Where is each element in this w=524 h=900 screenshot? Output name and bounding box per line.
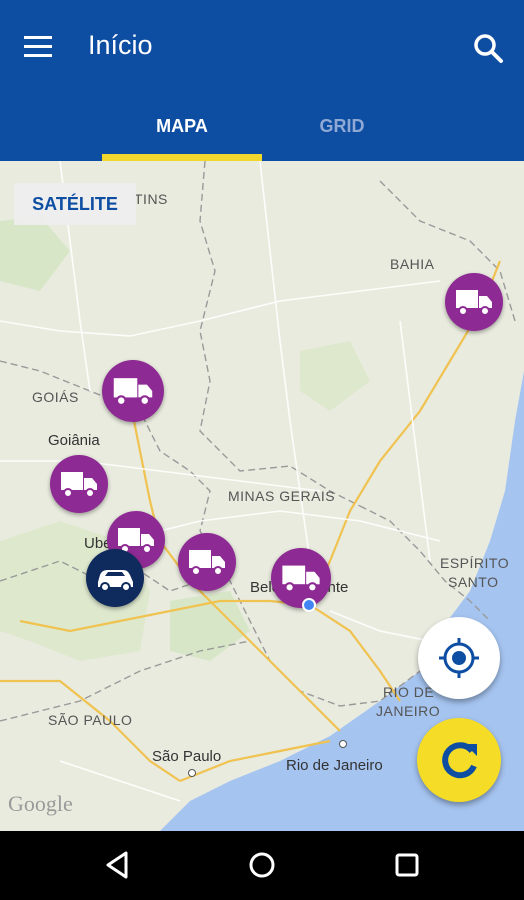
- map-label-espirito: ESPÍRITO: [440, 555, 510, 571]
- map-label-goiania: Goiânia: [48, 432, 100, 449]
- satellite-button[interactable]: SATÉLITE: [14, 183, 136, 225]
- truck-marker[interactable]: [445, 273, 503, 331]
- truck-icon: [456, 290, 492, 316]
- menu-icon[interactable]: [24, 36, 56, 60]
- my-location-button[interactable]: [418, 617, 500, 699]
- truck-icon: [189, 550, 225, 576]
- map-view[interactable]: TINS BAHIA GOIÁS Goiânia MINAS GERAIS Ub…: [0, 161, 524, 831]
- map-label-bahia: BAHIA: [390, 256, 435, 272]
- map-label-janeiro: JANEIRO: [376, 703, 441, 719]
- tab-grid[interactable]: GRID: [262, 90, 422, 161]
- refresh-icon: [442, 742, 477, 779]
- back-icon[interactable]: [100, 847, 136, 883]
- map-label-tins: TINS: [134, 191, 168, 207]
- truck-marker[interactable]: [50, 455, 108, 513]
- truck-icon: [282, 565, 320, 593]
- car-marker[interactable]: [86, 549, 144, 607]
- tab-bar: MAPA GRID: [0, 90, 524, 161]
- search-icon[interactable]: [472, 32, 506, 66]
- truck-icon: [113, 378, 153, 406]
- crosshair-icon: [439, 638, 479, 678]
- page-title: Início: [88, 30, 153, 60]
- sao-paulo-dot: [188, 769, 196, 777]
- recents-icon[interactable]: [389, 847, 425, 883]
- map-label-goias: GOIÁS: [32, 389, 79, 405]
- app-bar: Início: [0, 0, 524, 90]
- system-nav-bar: [0, 831, 524, 900]
- car-icon: [98, 570, 133, 592]
- tab-mapa[interactable]: MAPA: [102, 90, 262, 161]
- google-attribution: Google: [8, 791, 73, 816]
- map-label-sao-paulo-city: São Paulo: [152, 748, 222, 765]
- current-location-dot: [302, 598, 316, 612]
- home-icon[interactable]: [244, 847, 280, 883]
- map-label-sao-paulo-state: SÃO PAULO: [48, 712, 133, 728]
- truck-icon: [61, 472, 97, 498]
- map-label-rio-city: Rio de Janeiro: [286, 757, 383, 774]
- rio-dot: [339, 740, 347, 748]
- truck-marker[interactable]: [271, 548, 331, 608]
- truck-marker[interactable]: [102, 360, 164, 422]
- refresh-button[interactable]: [417, 718, 501, 802]
- map-label-santo: SANTO: [448, 574, 499, 590]
- map-label-minas-gerais: MINAS GERAIS: [228, 488, 336, 504]
- tab-indicator: [102, 154, 262, 161]
- truck-marker[interactable]: [178, 533, 236, 591]
